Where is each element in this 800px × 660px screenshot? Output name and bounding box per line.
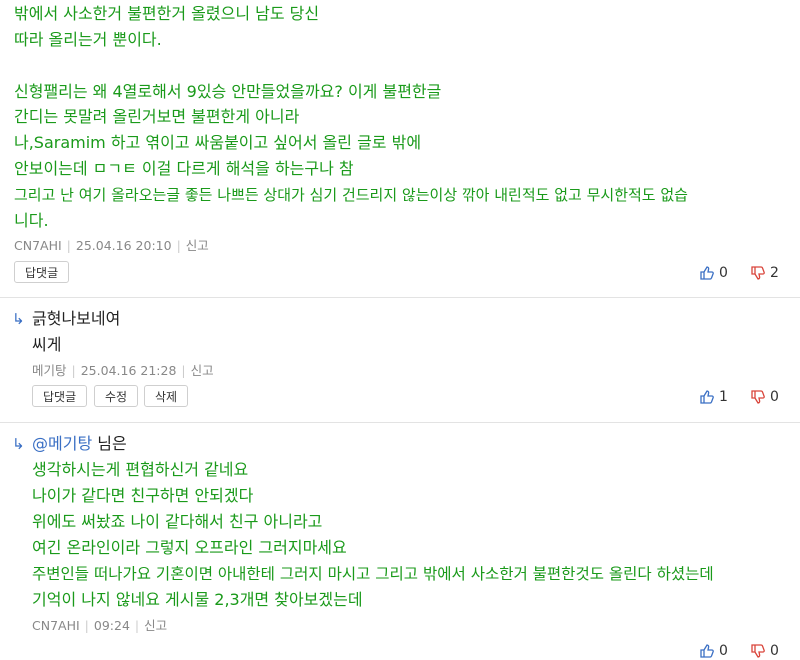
- dislike-button[interactable]: 2: [751, 264, 779, 282]
- reply-arrow-icon: ↳: [12, 310, 25, 328]
- like-count: 0: [719, 265, 728, 281]
- reply-arrow-icon: ↳: [12, 435, 25, 453]
- thumbs-up-icon: [700, 644, 714, 658]
- comment-text-line: 나이가 같다면 친구하면 안되겠다: [32, 486, 254, 505]
- meta-divider: |: [176, 238, 181, 253]
- comment-time: 21:28: [140, 363, 177, 378]
- comment-text-line: 신형팰리는 왜 4열로해서 9있승 안만들었을까요? 이게 불편한글: [14, 82, 442, 101]
- report-link[interactable]: 신고: [191, 363, 214, 378]
- comment-text-line: 기억이 나지 않네요 게시물 2,3개면 찾아보겠는데: [32, 590, 363, 609]
- comment-text-line: 여긴 온라인이라 그렇지 오프라인 그러지마세요: [32, 538, 347, 557]
- like-count: 0: [719, 643, 728, 659]
- comment-1: 밖에서 사소한거 불편한거 올렸으니 남도 당신 따라 올리는거 뿐이다. 신형…: [0, 0, 800, 298]
- comment-date: 25.04.16: [75, 238, 132, 253]
- thumbs-down-icon: [751, 390, 765, 404]
- author-name[interactable]: 메기탕: [32, 363, 67, 378]
- meta-divider: |: [181, 363, 186, 378]
- dislike-count: 0: [770, 643, 779, 659]
- dislike-count: 0: [770, 389, 779, 405]
- delete-button[interactable]: 삭제: [144, 385, 189, 407]
- like-button[interactable]: 0: [700, 264, 728, 282]
- dislike-button[interactable]: 0: [751, 388, 779, 406]
- thumbs-up-icon: [700, 266, 714, 280]
- comment-text-line: 안보이는데 ㅁㄱㅌ 이걸 다르게 해석을 하는구나 참: [14, 159, 354, 178]
- report-link[interactable]: 신고: [144, 618, 167, 633]
- comment-text-line: 니다.: [14, 211, 49, 230]
- meta-divider: |: [134, 618, 140, 633]
- comment-text-line: 밖에서 사소한거 불편한거 올렸으니 남도 당신: [14, 4, 320, 23]
- comment-text-line: 위에도 써놨죠 나이 같다해서 친구 아니라고: [32, 512, 323, 531]
- meta-divider: |: [71, 363, 76, 378]
- thumbs-down-icon: [751, 644, 765, 658]
- comment-meta: CN7AHI | 09:24 | 신고: [32, 618, 167, 634]
- comment-text-line: 생각하시는게 편협하신거 같네요: [32, 460, 249, 479]
- reply-button[interactable]: 답댓글: [32, 385, 88, 407]
- dislike-count: 2: [770, 265, 779, 281]
- comment-text-line: 그리고 난 여기 올라오는글 좋든 나쁘든 상대가 심기 건드리지 않는이상 깎…: [14, 186, 688, 204]
- comment-2: ↳ 긁혓나보네여 씨게 메기탕 | 25.04.16 21:28 | 신고 답댓글 수정…: [0, 298, 800, 422]
- comment-text-line: 긁혓나보네여: [32, 309, 121, 328]
- comment-text-line: 주변인들 떠나가요 기혼이면 아내한테 그러지 마시고 그리고 밖에서 사소한거…: [32, 565, 714, 583]
- comment-text-line: 나,Saramim 하고 엮이고 싸움붙이고 싶어서 올린 글로 밖에: [14, 133, 422, 152]
- comment-time: 20:10: [135, 238, 172, 253]
- reply-button[interactable]: 답댓글: [14, 261, 70, 283]
- comment-text-line: 씨게: [32, 335, 62, 354]
- report-link[interactable]: 신고: [186, 238, 209, 253]
- author-name[interactable]: CN7AHI: [32, 618, 80, 633]
- like-button[interactable]: 0: [700, 642, 728, 660]
- thumbs-down-icon: [751, 266, 765, 280]
- comment-3: ↳ @메기탕 님은 생각하시는게 편협하신거 같네요 나이가 같다면 친구하면 …: [0, 423, 800, 659]
- author-name[interactable]: CN7AHI: [14, 238, 62, 253]
- dislike-button[interactable]: 0: [751, 642, 779, 660]
- like-count: 1: [719, 389, 728, 405]
- meta-divider: |: [66, 238, 71, 253]
- edit-button[interactable]: 수정: [94, 385, 139, 407]
- meta-divider: |: [84, 618, 89, 633]
- thumbs-up-icon: [700, 390, 714, 404]
- comment-text-line: 간디는 못말려 올린거보면 불편한게 아니라: [14, 107, 300, 126]
- mention-suffix: 님은: [97, 434, 127, 453]
- mention-link[interactable]: @메기탕: [32, 434, 92, 453]
- comment-text-line: 따라 올리는거 뿐이다.: [14, 30, 162, 49]
- comment-text-line: @메기탕 님은: [32, 431, 127, 457]
- like-button[interactable]: 1: [700, 388, 728, 406]
- comment-time: 09:24: [93, 618, 130, 633]
- comment-meta: CN7AHI | 25.04.16 20:10 | 신고: [14, 238, 209, 254]
- comment-date: 25.04.16: [80, 363, 137, 378]
- comment-meta: 메기탕 | 25.04.16 21:28 | 신고: [32, 363, 214, 379]
